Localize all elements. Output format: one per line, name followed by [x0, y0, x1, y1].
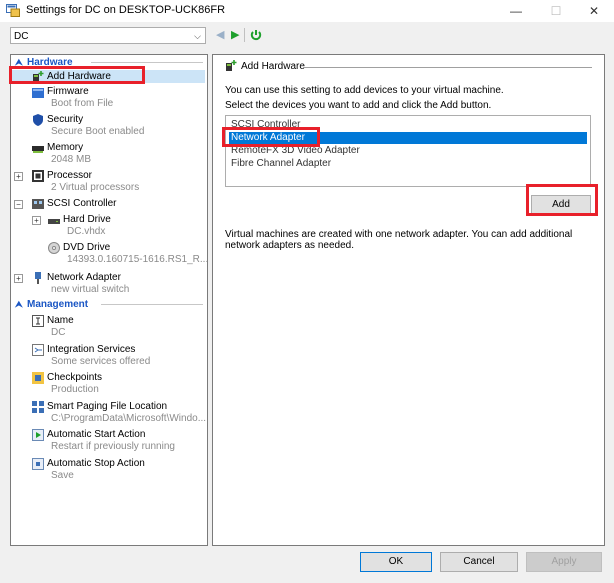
title-bar: Settings for DC on DESKTOP-UCK86FR — ☐ ✕ [0, 0, 614, 22]
automatic-start-icon [32, 429, 44, 441]
expand-icon[interactable]: + [14, 274, 23, 283]
sidebar-item-name[interactable]: Name DC [11, 314, 207, 340]
network-adapter-icon [35, 272, 41, 284]
cancel-button[interactable]: Cancel [440, 552, 518, 572]
hard-drive-icon [48, 219, 60, 224]
add-hardware-icon [226, 60, 237, 71]
apply-button[interactable]: Apply [526, 552, 602, 572]
sidebar-item-firmware[interactable]: Firmware Boot from File [11, 85, 207, 111]
dvd-drive-icon [48, 242, 60, 254]
management-header[interactable]: ⮝ Management [11, 298, 207, 311]
minimize-button[interactable]: — [496, 0, 536, 22]
maximize-button[interactable]: ☐ [536, 0, 576, 22]
sidebar-item-smart-paging[interactable]: Smart Paging File Location C:\ProgramDat… [11, 400, 207, 426]
collapse-icon: ⮝ [15, 299, 23, 309]
sidebar-item-scsi-controller[interactable]: − SCSI Controller [11, 197, 207, 211]
automatic-stop-icon [32, 458, 44, 470]
shield-icon [33, 114, 43, 126]
back-icon[interactable]: ◀ [216, 28, 224, 41]
smart-paging-icon [32, 401, 44, 413]
scsi-controller-icon [32, 199, 44, 209]
collapse-node-icon[interactable]: − [14, 200, 23, 209]
name-icon [32, 315, 44, 327]
sidebar-item-network-adapter[interactable]: + Network Adapter new virtual switch [11, 271, 207, 297]
expand-icon[interactable]: + [14, 172, 23, 181]
processor-icon [32, 170, 44, 182]
chevron-down-icon: ⌵ [194, 31, 201, 41]
group-title: Add Hardware [241, 61, 305, 72]
list-item[interactable]: Fibre Channel Adapter [229, 158, 587, 170]
ok-button[interactable]: OK [360, 552, 432, 572]
sidebar-item-automatic-start-action[interactable]: Automatic Start Action Restart if previo… [11, 428, 207, 454]
settings-tree: ⮝ Hardware Add Hardware Firmware Boot fr… [10, 54, 208, 546]
description-line-2: Select the devices you want to add and c… [225, 100, 492, 111]
highlight-add-hardware [9, 66, 145, 84]
close-button[interactable]: ✕ [574, 0, 614, 22]
expand-icon[interactable]: + [32, 216, 41, 225]
start-icon[interactable] [250, 29, 262, 41]
integration-services-icon [32, 344, 44, 356]
description-line-1: You can use this setting to add devices … [225, 85, 504, 96]
sidebar-item-memory[interactable]: Memory 2048 MB [11, 141, 207, 167]
highlight-add-button [526, 184, 598, 216]
window-title: Settings for DC on DESKTOP-UCK86FR [26, 4, 226, 16]
vm-select-value: DC [14, 31, 29, 42]
info-note: Virtual machines are created with one ne… [225, 229, 573, 251]
checkpoints-icon [32, 372, 44, 384]
forward-icon[interactable]: ▶ [231, 28, 239, 41]
sidebar-item-integration-services[interactable]: Integration Services Some services offer… [11, 343, 207, 369]
sidebar-item-dvd-drive[interactable]: DVD Drive 14393.0.160715-1616.RS1_R... [11, 241, 207, 267]
sidebar-item-automatic-stop-action[interactable]: Automatic Stop Action Save [11, 457, 207, 483]
firmware-icon [32, 88, 44, 98]
settings-window-icon [6, 4, 20, 17]
device-list[interactable]: SCSI Controller Network Adapter RemoteFX… [225, 115, 591, 187]
memory-icon [32, 146, 44, 153]
vm-select[interactable]: DC ⌵ [10, 27, 206, 44]
sidebar-item-security[interactable]: Security Secure Boot enabled [11, 113, 207, 139]
highlight-network-adapter [222, 127, 320, 147]
sidebar-item-processor[interactable]: + Processor 2 Virtual processors [11, 169, 207, 195]
sidebar-item-checkpoints[interactable]: Checkpoints Production [11, 371, 207, 397]
sidebar-item-hard-drive[interactable]: + Hard Drive DC.vhdx [11, 213, 207, 239]
